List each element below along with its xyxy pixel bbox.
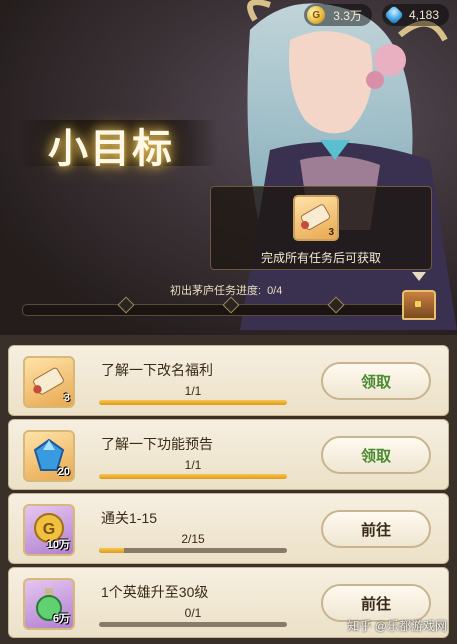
item-count: 6万 — [52, 613, 70, 625]
task-name: 了解一下功能预告 — [101, 436, 213, 452]
stage-progress-bar — [22, 304, 408, 316]
gold-coin-icon: G — [307, 6, 326, 24]
gem-counter[interactable]: 4,183 — [381, 4, 449, 26]
title-banner: 小目标 — [18, 108, 218, 178]
scroll-icon[interactable]: 3 — [293, 195, 339, 241]
watermark: 知乎 @乐都游戏网 — [347, 619, 447, 633]
task-name: 了解一下改名福利 — [101, 362, 213, 378]
task-progress-fill — [99, 400, 287, 405]
treasure-chest-icon[interactable] — [402, 290, 436, 320]
gold-coin-icon[interactable]: G 10万 — [23, 504, 75, 556]
blue-gem-icon — [384, 5, 404, 25]
task-progress-text: 1/1 — [184, 458, 202, 472]
task-progress-bar — [99, 622, 287, 627]
page-title: 小目标 — [48, 127, 174, 171]
stage-progress-label: 初出茅庐任务进度: 0/4 — [170, 282, 282, 298]
reward-count: 3 — [328, 227, 334, 238]
progress-value: 0/4 — [267, 285, 283, 297]
blue-gem-icon[interactable]: 20 — [23, 430, 75, 482]
task-progress-bar — [99, 400, 287, 405]
claim-button[interactable]: 领取 — [321, 436, 431, 474]
final-reward-panel: 3 完成所有任务后可获取 — [210, 186, 432, 270]
gem-amount: 4,183 — [408, 8, 439, 22]
gold-counter[interactable]: G 3.3万 — [304, 4, 372, 26]
task-name: 1个英雄升至30级 — [101, 584, 209, 600]
reward-condition-text: 完成所有任务后可获取 — [260, 251, 381, 265]
task-progress-text: 2/15 — [181, 532, 205, 546]
progress-label-text: 初出茅庐任务进度: — [170, 285, 262, 297]
claim-button[interactable]: 领取 — [321, 362, 431, 400]
item-count: 3 — [63, 392, 70, 404]
task-card: 20 了解一下功能预告 1/1 领取 — [8, 419, 449, 490]
task-list: 3 了解一下改名福利 1/1 领取 20 了解一下功能预告 1/1 领取 G 1… — [0, 335, 457, 644]
task-progress-text: 1/1 — [184, 384, 202, 398]
task-progress-bar — [99, 548, 287, 553]
task-progress-fill — [99, 474, 287, 479]
item-count: 10万 — [46, 539, 70, 551]
task-progress-text: 0/1 — [184, 606, 202, 620]
green-potion-icon[interactable]: 6万 — [23, 578, 75, 630]
task-card: G 10万 通关1-15 2/15 前往 — [8, 493, 449, 564]
go-button[interactable]: 前往 — [321, 510, 431, 548]
item-count: 20 — [57, 466, 70, 478]
progress-marker-icon — [412, 272, 426, 281]
scroll-icon[interactable]: 3 — [23, 356, 75, 408]
task-progress-fill — [99, 548, 125, 553]
task-name: 通关1-15 — [101, 510, 158, 526]
task-card: 3 了解一下改名福利 1/1 领取 — [8, 345, 449, 416]
resource-bar: G 3.3万 4,183 — [304, 4, 449, 26]
gold-amount: 3.3万 — [333, 8, 362, 23]
task-progress-bar — [99, 474, 287, 479]
